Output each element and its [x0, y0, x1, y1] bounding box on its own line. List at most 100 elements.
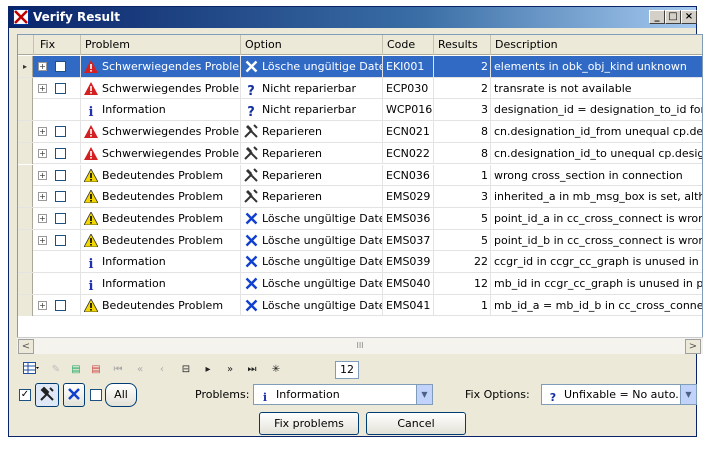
header-problem[interactable]: Problem — [81, 35, 241, 55]
fix-cell[interactable]: + — [34, 186, 81, 208]
row-indicator[interactable] — [18, 77, 33, 99]
fix-checkbox[interactable] — [55, 82, 66, 94]
minimize-button[interactable]: _ — [649, 10, 665, 24]
problems-combo[interactable]: i Information ▼ — [253, 384, 433, 405]
fix-checkbox[interactable] — [55, 299, 66, 311]
problem-cell[interactable]: Bedeutendes Problem — [81, 207, 241, 229]
problem-cell[interactable]: i Information — [81, 99, 241, 121]
table-row[interactable]: ▸ + Schwerwiegendes Problem Lösche ungültig… — [18, 56, 702, 78]
cancel-button[interactable]: Cancel — [366, 412, 466, 435]
scroll-right-arrow-icon[interactable]: > — [685, 339, 701, 354]
horizontal-scrollbar[interactable]: < III > — [17, 337, 703, 354]
row-indicator[interactable] — [18, 121, 33, 143]
fix-checkbox[interactable] — [55, 147, 66, 159]
expand-plus-icon[interactable]: + — [38, 235, 47, 245]
expand-plus-icon[interactable]: + — [38, 170, 47, 180]
option-cell[interactable]: ? Nicht reparierbar — [241, 77, 383, 99]
row-indicator[interactable] — [18, 294, 33, 316]
fix-cell[interactable] — [34, 251, 81, 273]
fix-cell[interactable]: + — [34, 164, 81, 186]
next-record-icon[interactable]: ▸ — [199, 361, 217, 379]
fix-checkbox[interactable] — [55, 212, 66, 224]
fix-problems-button[interactable]: Fix problems — [259, 412, 359, 435]
header-description[interactable]: Description — [491, 35, 702, 55]
option-cell[interactable]: Reparieren — [241, 121, 383, 143]
table-row[interactable]: i Information? Nicht reparierbar WCP016 3 des… — [18, 99, 702, 122]
delete-button[interactable] — [63, 383, 85, 407]
row-indicator[interactable] — [18, 273, 33, 294]
last-record-icon[interactable]: ⏭ — [243, 361, 261, 379]
option-cell[interactable]: Lösche ungültige Daten — [241, 273, 383, 294]
fix-cell[interactable] — [34, 99, 81, 121]
chevron-down-icon[interactable]: ▼ — [416, 385, 432, 404]
option-cell[interactable]: Reparieren — [241, 164, 383, 186]
expand-plus-icon[interactable]: + — [38, 83, 47, 93]
fix-cell[interactable]: + — [34, 56, 81, 77]
problem-cell[interactable]: i Information — [81, 251, 241, 273]
problem-cell[interactable]: Bedeutendes Problem — [81, 164, 241, 186]
expand-plus-icon[interactable]: + — [38, 148, 47, 158]
option-cell[interactable]: Lösche ungültige Daten — [241, 251, 383, 273]
refresh-icon[interactable]: ✳ — [267, 361, 285, 379]
edit-icon[interactable]: ✎ — [47, 361, 65, 379]
table-row[interactable]: + Schwerwiegendes Problem Reparieren ECN021… — [18, 121, 702, 143]
fix-checkbox[interactable] — [55, 191, 66, 203]
problem-cell[interactable]: i Information — [81, 273, 241, 294]
fix-checkbox[interactable] — [55, 126, 66, 138]
fix-checkbox[interactable] — [55, 61, 66, 72]
fix-tools-button[interactable] — [35, 383, 59, 407]
fix-options-combo[interactable]: ? Unfixable = No auto... ▼ — [541, 384, 697, 405]
expand-plus-icon[interactable]: + — [38, 192, 47, 202]
first-record-icon[interactable]: ⏮ — [109, 361, 127, 379]
row-indicator[interactable] — [18, 186, 33, 208]
fix-cell[interactable]: + — [34, 121, 81, 143]
header-code[interactable]: Code — [383, 35, 434, 55]
fix-cell[interactable]: + — [34, 294, 81, 316]
table-row[interactable]: + Bedeutendes Problem Lösche ungültige Dat… — [18, 229, 702, 252]
table-row[interactable]: + Bedeutendes Problem Reparieren EMS029 3 inh… — [18, 186, 702, 208]
option-cell[interactable]: Lösche ungültige Daten — [241, 207, 383, 229]
row-indicator[interactable] — [18, 207, 33, 229]
maximize-button[interactable]: □ — [665, 10, 681, 24]
table-row[interactable]: i Information Lösche ungültige Daten EMS039… — [18, 251, 702, 273]
option-cell[interactable]: ? Nicht reparierbar — [241, 99, 383, 121]
problem-cell[interactable]: Schwerwiegendes Problem — [81, 56, 241, 77]
scroll-left-arrow-icon[interactable]: < — [18, 339, 34, 354]
fix-cell[interactable]: + — [34, 207, 81, 229]
problem-cell[interactable]: Bedeutendes Problem — [81, 294, 241, 316]
fix-cell[interactable]: + — [34, 229, 81, 251]
close-button[interactable]: × — [681, 10, 697, 24]
all-checkbox[interactable] — [90, 389, 102, 401]
row-indicator[interactable] — [18, 229, 33, 251]
problem-cell[interactable]: Schwerwiegendes Problem — [81, 142, 241, 164]
table-row[interactable]: + Bedeutendes Problem Lösche ungültige Dat… — [18, 294, 702, 317]
row-indicator[interactable] — [18, 99, 33, 121]
problem-cell[interactable]: Schwerwiegendes Problem — [81, 121, 241, 143]
previous-record-icon[interactable]: ‹ — [153, 361, 171, 379]
header-option[interactable]: Option — [241, 35, 383, 55]
option-cell[interactable]: Lösche ungültige Daten — [241, 229, 383, 251]
table-row[interactable]: + Schwerwiegendes Problem Reparieren ECN022… — [18, 142, 702, 165]
previous-page-icon[interactable]: « — [131, 361, 149, 379]
fix-cell[interactable]: + — [34, 142, 81, 164]
option-cell[interactable]: Reparieren — [241, 186, 383, 208]
fix-cell[interactable] — [34, 273, 81, 294]
option-cell[interactable]: Lösche ungültige Daten — [241, 56, 383, 77]
expand-plus-icon[interactable]: + — [38, 62, 47, 71]
grid-menu-icon[interactable] — [19, 361, 43, 379]
fix-cell[interactable]: + — [34, 77, 81, 99]
title-bar[interactable]: Verify Result _ □ × — [9, 7, 697, 28]
row-indicator[interactable] — [18, 142, 33, 164]
option-cell[interactable]: Lösche ungültige Daten — [241, 294, 383, 316]
next-page-icon[interactable]: » — [221, 361, 239, 379]
option-cell[interactable]: Reparieren — [241, 142, 383, 164]
row-select-icon[interactable]: ⊟ — [177, 361, 195, 379]
expand-plus-icon[interactable]: + — [38, 300, 47, 310]
problem-cell[interactable]: Bedeutendes Problem — [81, 229, 241, 251]
fix-checkbox[interactable] — [55, 234, 66, 246]
collapse-all-icon[interactable]: ▤ — [87, 361, 105, 379]
header-fix[interactable]: Fix — [34, 35, 81, 55]
expand-plus-icon[interactable]: + — [38, 127, 47, 137]
all-button[interactable]: All — [105, 383, 137, 407]
problem-cell[interactable]: Schwerwiegendes Problem — [81, 77, 241, 99]
